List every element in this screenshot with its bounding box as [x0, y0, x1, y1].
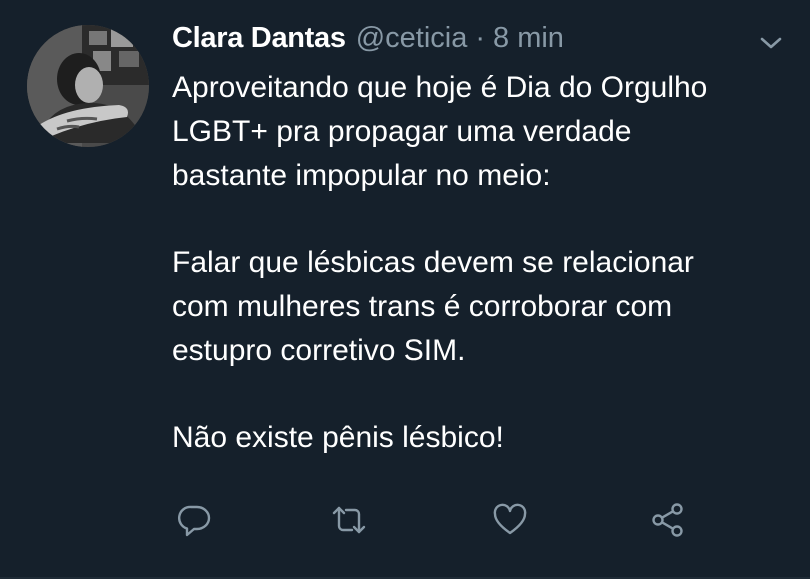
tweet-menu-button[interactable]: [756, 30, 786, 56]
text-line: LGBT+ pra propagar uma verdade: [172, 114, 632, 148]
text-line: estupro corretivo SIM.: [172, 333, 466, 367]
tweet-paragraph: Não existe pênis lésbico!: [172, 416, 792, 460]
tweet-text: Aproveitando que hoje é Dia do Orgulho L…: [172, 66, 792, 460]
author-name[interactable]: Clara Dantas: [172, 22, 346, 55]
share-button[interactable]: [646, 498, 690, 542]
like-icon: [493, 503, 527, 535]
tweet-header: Clara Dantas @ceticia · 8 min: [172, 22, 564, 62]
tweet-paragraph: Aproveitando que hoje é Dia do Orgulho L…: [172, 66, 792, 197]
chevron-down-icon: [760, 37, 782, 49]
profile-photo: [27, 25, 149, 147]
text-line: Falar que lésbicas devem se relacionar: [172, 246, 694, 280]
tweet-actions: [172, 498, 712, 542]
text-line: com mulheres trans é corroborar com: [172, 289, 673, 323]
timestamp[interactable]: 8 min: [493, 22, 564, 55]
text-line: Não existe pênis lésbico!: [172, 421, 504, 455]
retweet-icon: [332, 506, 366, 534]
text-line: bastante impopular no meio:: [172, 158, 551, 192]
reply-icon: [178, 505, 211, 537]
like-button[interactable]: [488, 498, 532, 542]
reply-button[interactable]: [172, 498, 216, 542]
text-line: Aproveitando que hoje é Dia do Orgulho: [172, 71, 708, 104]
retweet-button[interactable]: [327, 498, 371, 542]
author-handle[interactable]: @ceticia: [356, 22, 468, 55]
share-icon: [652, 503, 683, 537]
tweet-paragraph: Falar que lésbicas devem se relacionar c…: [172, 241, 792, 372]
avatar[interactable]: [27, 25, 149, 147]
separator-dot: ·: [475, 22, 486, 54]
tweet: Clara Dantas @ceticia · 8 min Aproveitan…: [0, 0, 810, 579]
